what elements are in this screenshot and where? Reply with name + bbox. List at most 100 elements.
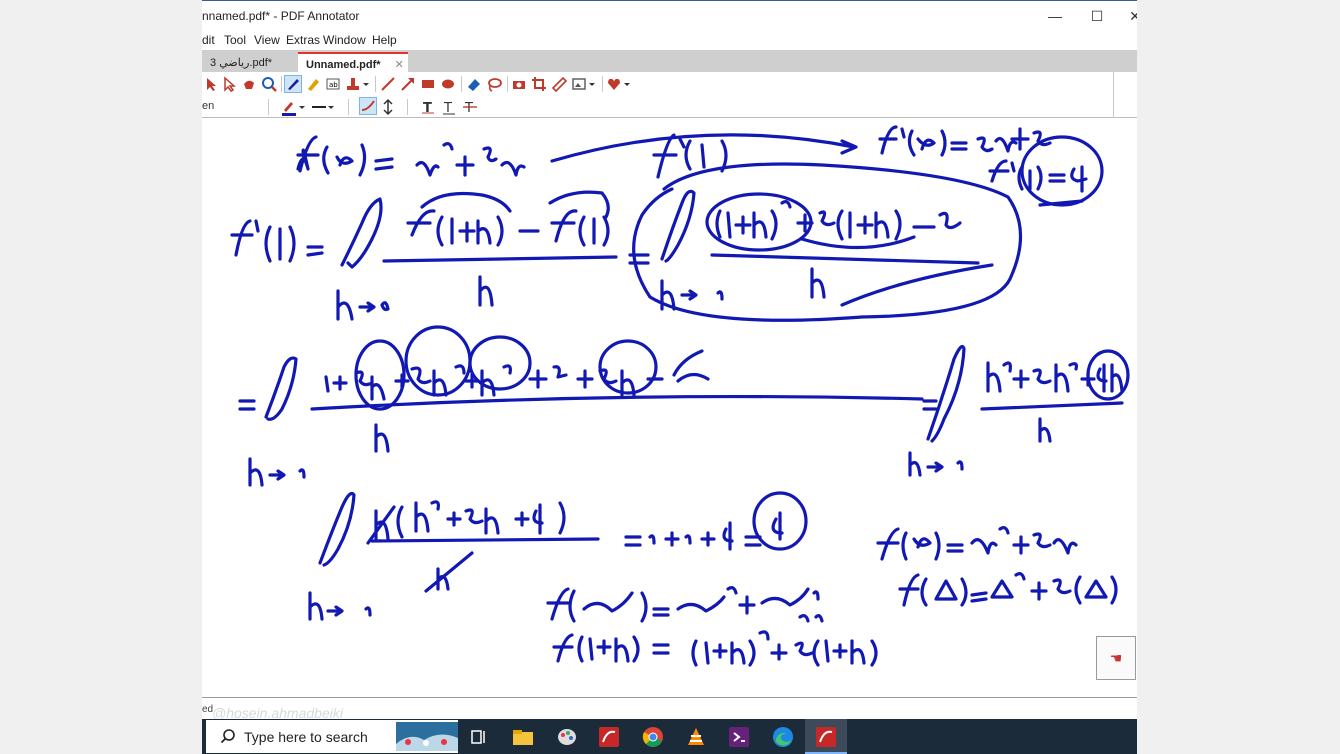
crop-icon[interactable]: [530, 75, 548, 93]
taskbar-search[interactable]: Type here to search: [206, 720, 458, 753]
screen: nnamed.pdf* - PDF Annotator — ☐ ✕ dit To…: [0, 0, 1340, 754]
ink-lim-symbol-5: [318, 491, 356, 567]
close-button[interactable]: ✕: [1120, 5, 1137, 27]
ink-circle-2h2: [404, 325, 472, 397]
ink-lim-symbol-3: [264, 356, 298, 421]
handwritten-ink-layer: [230, 125, 1130, 667]
chevron-down-icon[interactable]: [587, 75, 597, 93]
pointer-hand-icon[interactable]: ☚: [1096, 636, 1136, 680]
tab-unnamed-pdf[interactable]: Unnamed.pdf* ✕: [298, 52, 408, 72]
ink-fraction-bar-5: [370, 537, 600, 543]
select-arrow-icon[interactable]: [202, 75, 220, 93]
ellipse-tool-icon[interactable]: [439, 75, 457, 93]
ink-fx-right: [876, 526, 1078, 561]
ink-fx-definition: [296, 135, 526, 177]
file-explorer-icon[interactable]: [502, 719, 544, 754]
document-tabs: 3 رياضي.pdf* Unnamed.pdf* ✕: [202, 50, 1137, 72]
title-bar: nnamed.pdf* - PDF Annotator — ☐ ✕: [202, 0, 1137, 30]
ink-h-to-zero: [336, 289, 390, 321]
pdf-annotator-icon[interactable]: [588, 719, 630, 754]
svg-text:T: T: [423, 101, 432, 116]
eraser-icon[interactable]: [465, 75, 483, 93]
svg-text:T: T: [464, 101, 473, 116]
toolbar-separator: [507, 76, 508, 92]
hand-tool-icon[interactable]: [240, 75, 258, 93]
close-tab-icon[interactable]: ✕: [395, 59, 404, 71]
ink-result-sum: [624, 511, 784, 551]
ink-expansion: [715, 200, 962, 241]
svg-text:ab: ab: [329, 81, 338, 89]
toolbar-separator: [1113, 72, 1114, 118]
pen-color-icon[interactable]: [280, 98, 298, 116]
smooth-ink-icon[interactable]: [359, 97, 377, 115]
ink-denominator-h: [478, 275, 494, 307]
line-tool-icon[interactable]: [379, 75, 397, 93]
rectangle-tool-icon[interactable]: [419, 75, 437, 93]
edge-icon[interactable]: [762, 719, 804, 754]
windows-taskbar: Type here to search: [202, 719, 1137, 754]
chevron-down-icon[interactable]: [622, 75, 632, 93]
ink-denominator-h-2: [810, 267, 826, 299]
menu-edit[interactable]: dit: [202, 33, 215, 47]
pressure-icon[interactable]: [379, 98, 397, 116]
text-underline-icon[interactable]: T: [440, 98, 458, 116]
ink-equals-2: [238, 399, 256, 411]
pdf-annotator-active-icon[interactable]: [805, 719, 847, 754]
menu-bar: dit Tool View Extras Window Help: [202, 30, 1137, 50]
toolbar-separator: [348, 99, 349, 115]
camera-icon[interactable]: [510, 75, 528, 93]
arrow-tool-icon[interactable]: [399, 75, 417, 93]
tab-label: 3 رياضي.pdf*: [210, 57, 273, 69]
chevron-down-icon[interactable]: [326, 98, 336, 116]
ink-fprime-one-lhs: [230, 219, 324, 263]
minimize-button[interactable]: —: [1040, 5, 1070, 27]
menu-tool[interactable]: Tool: [224, 33, 246, 47]
favorites-heart-icon[interactable]: [605, 75, 623, 93]
status-bar: ed @hosein.ahmadbeiki: [202, 699, 1137, 721]
search-icon: [220, 729, 235, 744]
paint-icon[interactable]: [546, 719, 588, 754]
zoom-icon[interactable]: [260, 75, 278, 93]
search-placeholder: Type here to search: [244, 729, 368, 745]
tab-label: Unnamed.pdf*: [306, 59, 381, 71]
menu-help[interactable]: Help: [372, 33, 397, 47]
menu-view[interactable]: View: [254, 33, 280, 47]
pen-tool-icon[interactable]: [284, 75, 302, 93]
select-text-icon[interactable]: [220, 75, 238, 93]
text-format-icon[interactable]: T: [419, 98, 437, 116]
toolbar-separator: [461, 76, 462, 92]
task-view-icon[interactable]: [458, 719, 500, 754]
ruler-icon[interactable]: [550, 75, 568, 93]
toolbar-pen-properties: en T T T: [202, 96, 1137, 118]
vlc-icon[interactable]: [675, 719, 717, 754]
highlighter-icon[interactable]: [304, 75, 322, 93]
visual-studio-icon[interactable]: [718, 719, 760, 754]
text-strikethrough-icon[interactable]: T: [461, 98, 479, 116]
chevron-down-icon[interactable]: [297, 98, 307, 116]
ink-h-to-zero-5: [308, 591, 372, 621]
menu-window[interactable]: Window: [323, 33, 366, 47]
document-page[interactable]: ☚: [202, 119, 1137, 698]
ink-f-of-x-persian: [546, 586, 824, 623]
ink-equals-3: [922, 399, 938, 411]
ink-fraction-bar-1: [382, 255, 618, 263]
ink-fraction-bar-4: [980, 401, 1124, 411]
ink-f-of-1h: [552, 630, 878, 667]
ink-factored: [366, 500, 566, 545]
tab-riazi-pdf[interactable]: 3 رياضي.pdf*: [202, 52, 294, 72]
lasso-icon[interactable]: [485, 75, 503, 93]
stamp-icon[interactable]: [344, 75, 362, 93]
ink-fprime-x: [878, 125, 1052, 157]
ink-numerator-arc: [420, 190, 610, 219]
search-highlight-image: [396, 722, 458, 751]
ink-circle-result: [1020, 135, 1104, 207]
menu-extras[interactable]: Extras: [286, 33, 320, 47]
chrome-icon[interactable]: [632, 719, 674, 754]
ink-numerator: [406, 209, 610, 247]
insert-image-icon[interactable]: [570, 75, 588, 93]
ink-bubble-inner: [840, 263, 994, 307]
chevron-down-icon[interactable]: [361, 75, 371, 93]
ink-h-to-zero-2: [660, 279, 724, 311]
maximize-button[interactable]: ☐: [1082, 5, 1112, 27]
text-box-icon[interactable]: ab: [324, 75, 342, 93]
